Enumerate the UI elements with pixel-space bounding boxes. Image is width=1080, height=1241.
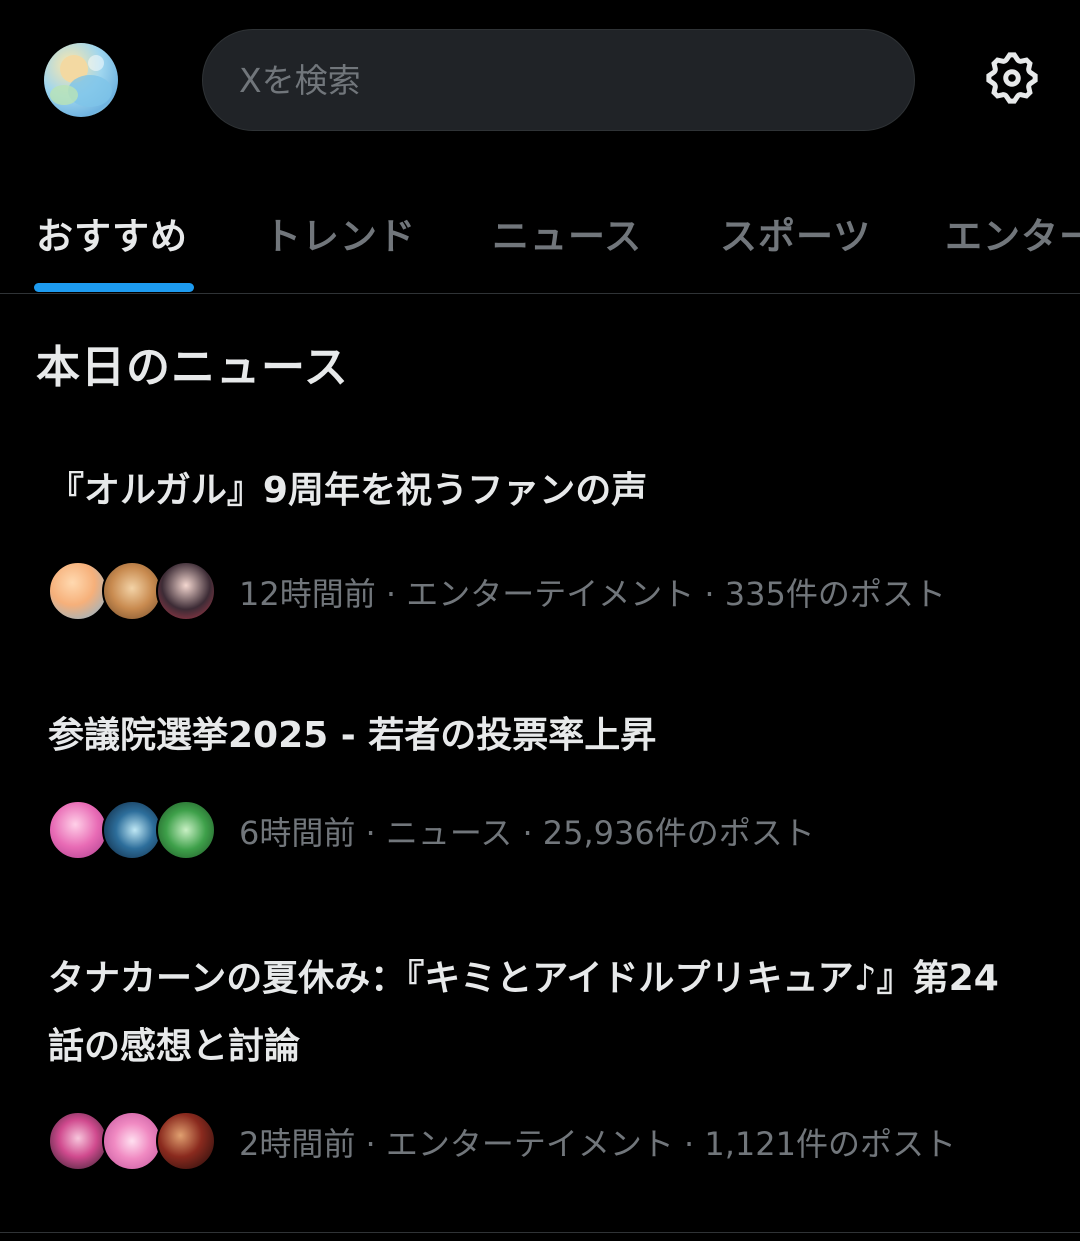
- news-meta-text: 6時間前 · ニュース · 25,936件のポスト: [239, 814, 815, 852]
- tab-trending[interactable]: トレンド: [264, 206, 416, 260]
- news-meta-text: 12時間前 · エンターテイメント · 335件のポスト: [239, 575, 946, 613]
- avatar: [156, 800, 216, 860]
- avatar: [102, 1111, 162, 1171]
- news-meta: 12時間前 · エンターテイメント · 335件のポスト: [48, 559, 946, 625]
- avatar-stack: [48, 559, 218, 625]
- avatar: [102, 800, 162, 860]
- news-item[interactable]: 参議院選挙2025 - 若者の投票率上昇 6時間前 · ニュース · 25,93…: [0, 700, 1080, 880]
- avatar: [156, 1111, 216, 1171]
- avatar: [48, 1111, 108, 1171]
- avatar: [156, 561, 216, 621]
- tab-sports[interactable]: スポーツ: [720, 206, 871, 260]
- explore-tabs: おすすめ トレンド ニュース スポーツ エンターテイメント: [0, 178, 1080, 294]
- avatar: [48, 800, 108, 860]
- avatar-stack: [48, 1109, 218, 1175]
- news-title: 参議院選挙2025 - 若者の投票率上昇: [48, 715, 657, 756]
- settings-button[interactable]: [982, 48, 1042, 108]
- avatar: [102, 561, 162, 621]
- tab-recommended[interactable]: おすすめ: [36, 206, 188, 260]
- tab-entertainment[interactable]: エンターテイメント: [945, 206, 1080, 260]
- news-title: タナカーンの夏休み：『キミとアイドルプリキュア♪』第24話の感想と討論: [48, 958, 999, 1067]
- news-title: 『オルガル』9周年を祝うファンの声: [48, 470, 648, 511]
- news-item[interactable]: タナカーンの夏休み：『キミとアイドルプリキュア♪』第24話の感想と討論 2時間前…: [0, 943, 1080, 1183]
- news-meta-text: 2時間前 · エンターテイメント · 1,121件のポスト: [239, 1125, 957, 1163]
- top-bar: [0, 0, 1080, 160]
- section-title: 本日のニュース: [36, 342, 349, 393]
- news-item[interactable]: 『オルガル』9周年を祝うファンの声 12時間前 · エンターテイメント · 33…: [0, 455, 1080, 635]
- news-meta: 6時間前 · ニュース · 25,936件のポスト: [48, 798, 815, 864]
- gear-icon: [986, 52, 1038, 104]
- avatar: [48, 561, 108, 621]
- search-input[interactable]: [237, 59, 881, 101]
- search-bar[interactable]: [202, 29, 915, 131]
- active-tab-indicator: [34, 283, 194, 292]
- tab-news[interactable]: ニュース: [492, 206, 642, 260]
- divider: [0, 1232, 1080, 1233]
- news-meta: 2時間前 · エンターテイメント · 1,121件のポスト: [48, 1109, 956, 1175]
- avatar-stack: [48, 798, 218, 864]
- profile-avatar[interactable]: [44, 43, 118, 117]
